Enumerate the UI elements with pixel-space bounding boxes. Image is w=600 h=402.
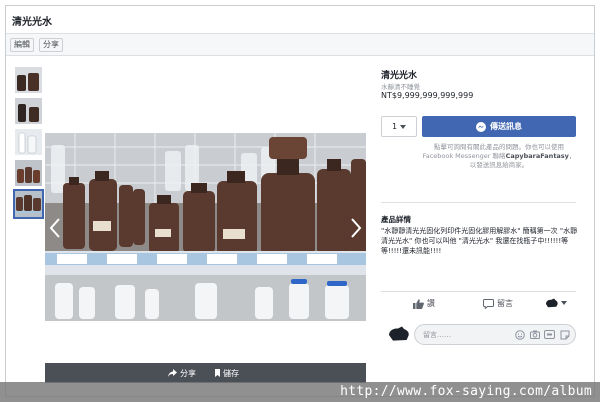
like-button[interactable]: 讚 (413, 298, 435, 309)
thumbnail-2[interactable] (15, 98, 42, 124)
comment-input[interactable]: 留言…… (414, 324, 576, 345)
chevron-down-icon (561, 301, 567, 305)
emoji-icon[interactable] (514, 329, 525, 340)
divider (381, 202, 576, 203)
like-label: 讚 (427, 299, 435, 308)
thumbnail-3[interactable] (15, 129, 42, 155)
bookmark-icon (215, 369, 220, 377)
edit-button[interactable]: 編輯 (10, 38, 34, 52)
messenger-notice: 點擊可詢問有關此產品的問題。你也可以使用 Facebook Messenger … (422, 143, 576, 170)
photo-save-label: 儲存 (223, 368, 239, 378)
watermark-url: http://www.fox-saying.com/album (340, 384, 592, 399)
divider (381, 291, 576, 292)
product-photo-image (45, 133, 366, 321)
gif-icon[interactable] (544, 329, 555, 340)
like-icon (413, 298, 424, 309)
reaction-bar: 讚 留言 (381, 295, 576, 315)
page-title: 清光光水 (12, 17, 52, 28)
chevron-left-icon[interactable] (47, 215, 63, 241)
details-heading: 產品詳情 (381, 215, 411, 224)
thumbnail-5-image (15, 191, 42, 217)
comment-icon (483, 298, 494, 309)
thumbnail-4[interactable] (15, 160, 42, 186)
thumbnail-4-image (15, 160, 42, 186)
watermark-bar: http://www.fox-saying.com/album (0, 382, 600, 402)
photo-action-bar: 分享 儲存 (45, 363, 366, 383)
quantity-select[interactable]: 1 (381, 116, 417, 137)
comment-composer: 留言…… (388, 324, 578, 346)
page-avatar-icon (546, 298, 558, 308)
thumbnail-1-image (15, 67, 42, 93)
comment-tools (514, 329, 570, 340)
comment-placeholder: 留言…… (423, 331, 451, 339)
photo-save-button[interactable]: 儲存 (215, 367, 239, 379)
capybara-avatar-icon (389, 326, 409, 341)
product-price: NT$9,999,999,999,999 (381, 91, 474, 100)
thumbnail-1[interactable] (15, 67, 42, 93)
product-subtitle: 水靜清不睡覺 (381, 83, 420, 91)
details-body: "水靜靜清光光固化列印件光固化膠用解膠水" 簡稱第一次 "水靜清光光水" 你也可… (381, 227, 578, 255)
messenger-icon (476, 121, 486, 132)
marketplace-frame: 清光光水 編輯 分享 分享 儲存 清光光水 水靜清不睡覺 NT$9,999,99… (5, 5, 595, 397)
chevron-right-icon[interactable] (348, 215, 364, 241)
page-name-link[interactable]: CapybaraFantasy (506, 152, 569, 160)
product-title: 清光光水 (381, 71, 418, 81)
product-photo[interactable] (45, 133, 366, 321)
thumbnail-5-selected[interactable] (13, 189, 44, 219)
action-bar: 編輯 分享 (6, 34, 594, 56)
share-arrow-icon (168, 369, 177, 377)
quantity-value: 1 (391, 122, 398, 131)
send-message-label: 傳送訊息 (490, 122, 522, 131)
photo-share-label: 分享 (180, 368, 196, 378)
chevron-down-icon (400, 124, 407, 129)
thumbnail-3-image (15, 129, 42, 155)
thumbnail-2-image (15, 98, 42, 124)
sticker-icon[interactable] (559, 329, 570, 340)
share-button[interactable]: 分享 (39, 38, 63, 52)
avatar (388, 326, 410, 342)
top-bar: 清光光水 (6, 6, 594, 34)
page-identity-picker[interactable] (545, 298, 567, 308)
photo-share-button[interactable]: 分享 (168, 367, 196, 379)
comment-button[interactable]: 留言 (483, 298, 513, 309)
send-message-button[interactable]: 傳送訊息 (422, 116, 576, 137)
comment-label: 留言 (497, 299, 513, 308)
camera-icon[interactable] (529, 329, 540, 340)
